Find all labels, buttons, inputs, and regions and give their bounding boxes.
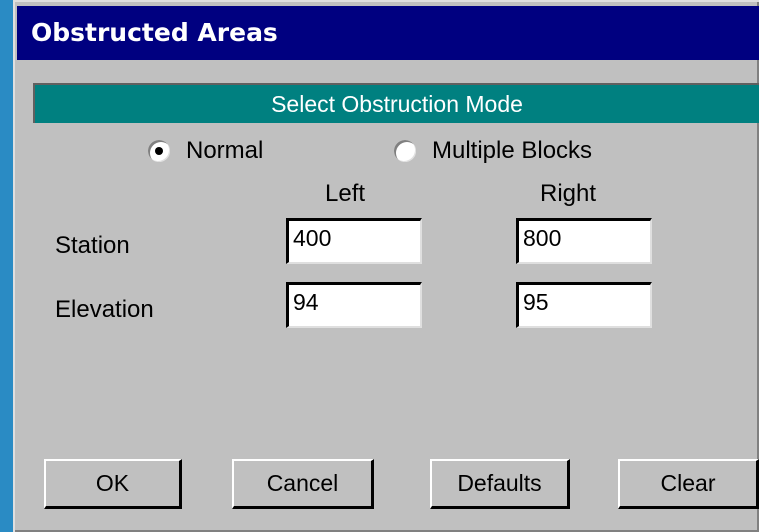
ok-button[interactable]: OK xyxy=(44,459,182,509)
radio-selected-icon xyxy=(148,140,170,162)
elevation-label: Elevation xyxy=(55,296,154,323)
elevation-right-input[interactable]: 95 xyxy=(516,282,652,328)
station-right-input[interactable]: 800 xyxy=(516,218,652,264)
multiple-blocks-radio-label: Multiple Blocks xyxy=(432,137,593,164)
right-column-header: Right xyxy=(540,180,597,207)
normal-radio[interactable]: Normal xyxy=(148,137,263,165)
cancel-button[interactable]: Cancel xyxy=(232,459,374,509)
station-left-input[interactable]: 400 xyxy=(286,218,422,264)
radio-unselected-icon xyxy=(394,140,416,162)
dialog-window: Obstructed Areas Select Obstruction Mode… xyxy=(13,0,759,532)
defaults-button[interactable]: Defaults xyxy=(430,459,570,509)
normal-radio-label: Normal xyxy=(186,137,264,164)
left-column-header: Left xyxy=(325,180,366,207)
mode-header: Select Obstruction Mode xyxy=(33,83,759,123)
station-label: Station xyxy=(55,232,130,259)
title-bar[interactable]: Obstructed Areas xyxy=(17,6,759,60)
multiple-blocks-radio[interactable]: Multiple Blocks xyxy=(394,137,592,165)
elevation-left-input[interactable]: 94 xyxy=(286,282,422,328)
clear-button[interactable]: Clear xyxy=(618,459,759,509)
